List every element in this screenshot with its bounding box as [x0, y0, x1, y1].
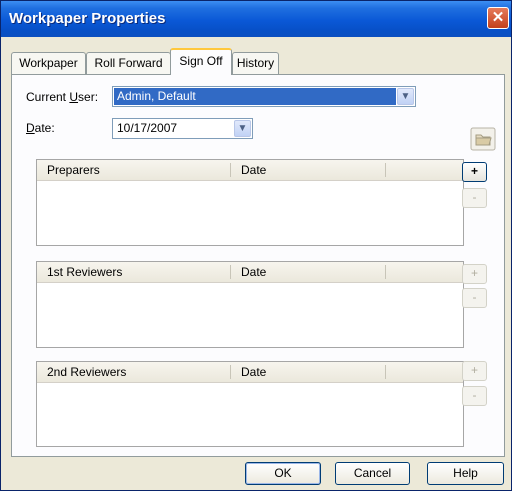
first-reviewers-header-row: 1st Reviewers Date	[37, 262, 463, 283]
first-reviewers-column-header[interactable]: 1st Reviewers	[37, 262, 231, 282]
second-reviewers-column-header[interactable]: 2nd Reviewers	[37, 362, 231, 382]
remove-first-reviewer-button[interactable]: -	[462, 288, 487, 308]
workpaper-properties-dialog: Workpaper Properties ✕ Workpaper Roll Fo…	[0, 0, 512, 491]
column-divider	[385, 265, 386, 279]
add-second-reviewer-button[interactable]: +	[462, 361, 487, 381]
preparers-header-row: Preparers Date	[37, 160, 463, 181]
title-bar[interactable]: Workpaper Properties ✕	[1, 1, 511, 37]
date-label-key: D	[26, 121, 35, 135]
current-user-label-pre: Current	[26, 90, 70, 104]
tab-sign-off[interactable]: Sign Off	[170, 48, 232, 75]
date-label-post: ate:	[34, 121, 55, 135]
second-reviewers-list[interactable]: 2nd Reviewers Date	[36, 361, 464, 447]
sign-off-panel: Current User: Admin, Default ▼ Date: 10/…	[11, 74, 505, 457]
remove-second-reviewer-button[interactable]: -	[462, 386, 487, 406]
help-button[interactable]: Help	[427, 462, 504, 485]
tab-roll-forward[interactable]: Roll Forward	[86, 52, 171, 74]
current-user-select[interactable]: Admin, Default ▼	[112, 86, 416, 107]
second-reviewers-header-row: 2nd Reviewers Date	[37, 362, 463, 383]
current-user-label-key: U	[69, 90, 79, 104]
chevron-down-icon[interactable]: ▼	[397, 88, 414, 105]
date-value: 10/17/2007	[117, 121, 178, 135]
first-reviewers-date-column-header[interactable]: Date	[231, 262, 385, 282]
ok-button[interactable]: OK	[245, 462, 321, 485]
window-title: Workpaper Properties	[9, 10, 166, 27]
remove-preparer-button[interactable]: -	[462, 188, 487, 208]
column-divider	[385, 163, 386, 177]
tab-workpaper[interactable]: Workpaper	[11, 52, 86, 74]
cancel-button[interactable]: Cancel	[335, 462, 410, 485]
date-picker[interactable]: 10/17/2007 ▼	[112, 118, 253, 139]
close-icon[interactable]: ✕	[487, 7, 509, 29]
first-reviewers-list[interactable]: 1st Reviewers Date	[36, 261, 464, 348]
add-first-reviewer-button[interactable]: +	[462, 264, 487, 284]
chevron-down-icon[interactable]: ▼	[234, 120, 251, 137]
current-user-label: Current User:	[26, 90, 98, 104]
current-user-value: Admin, Default	[114, 88, 396, 105]
second-reviewers-date-column-header[interactable]: Date	[231, 362, 385, 382]
current-user-label-post: ser:	[78, 90, 99, 104]
date-label: Date:	[26, 121, 55, 135]
preparers-column-header[interactable]: Preparers	[37, 160, 231, 180]
column-divider	[385, 365, 386, 379]
preparers-list[interactable]: Preparers Date	[36, 159, 464, 246]
dialog-client-area: Workpaper Roll Forward Sign Off History …	[1, 37, 511, 490]
folder-icon[interactable]	[470, 127, 496, 151]
add-preparer-button[interactable]: +	[462, 162, 487, 182]
tab-history[interactable]: History	[232, 52, 279, 74]
preparers-date-column-header[interactable]: Date	[231, 160, 385, 180]
